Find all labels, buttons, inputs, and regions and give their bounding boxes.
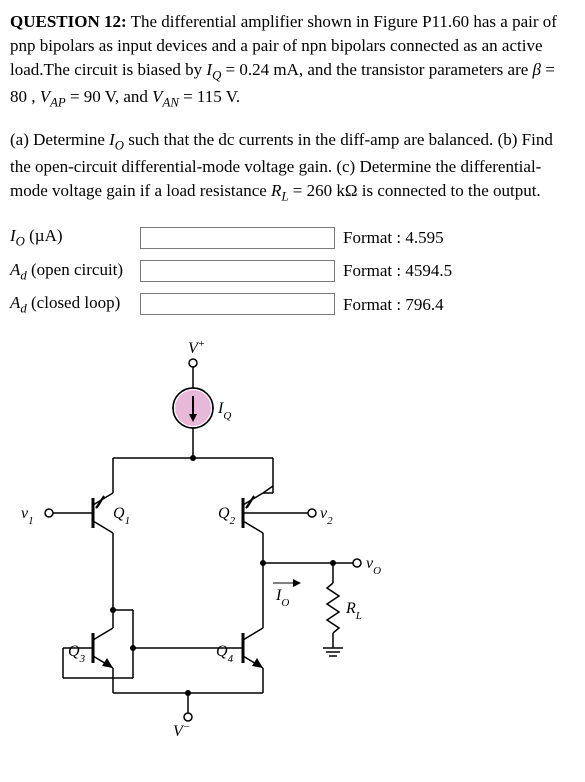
ad-closed-format: Format : 796.4 <box>343 293 444 317</box>
part-a-suffix: such that the dc currents in the diff-am… <box>128 130 497 149</box>
io-label: IO <box>275 587 289 609</box>
io-input[interactable] <box>140 227 335 249</box>
circuit-diagram: V+ IQ Q1 v1 <box>18 338 575 745</box>
v2-label: v2 <box>320 505 333 527</box>
v-plus-label: V+ <box>188 338 205 357</box>
vap-value: = 90 V, and <box>70 87 152 106</box>
question-parts: (a) Determine IO such that the dc curren… <box>10 128 575 206</box>
problem-statement: QUESTION 12: The differential amplifier … <box>10 10 575 112</box>
question-number: QUESTION 12: <box>10 12 127 31</box>
van-symbol: V <box>152 87 162 106</box>
vap-sub: AP <box>50 95 66 109</box>
ad-closed-note: (closed loop) <box>27 293 120 312</box>
beta-symbol: β <box>533 60 541 79</box>
rl-symbol: R <box>271 181 281 200</box>
io-arrow-head <box>293 579 301 587</box>
q3-collector-line <box>93 628 113 640</box>
q2-label: Q2 <box>218 505 236 527</box>
vo-terminal <box>353 559 361 567</box>
q2-collector-line <box>243 521 263 533</box>
ad-open-format: Format : 4594.5 <box>343 259 452 283</box>
answer-label-ad-closed: Ad (closed loop) <box>10 291 140 318</box>
q4-collector-line <box>243 628 263 640</box>
q1-collector-line <box>93 521 113 533</box>
answer-row-ad-open: Ad (open circuit) Format : 4594.5 <box>10 258 575 285</box>
io-format: Format : 4.595 <box>343 226 444 250</box>
ad-open-symbol: A <box>10 260 20 279</box>
v2-terminal <box>308 509 316 517</box>
ad-open-input[interactable] <box>140 260 335 282</box>
rl-sub: L <box>281 189 288 203</box>
v1-terminal <box>45 509 53 517</box>
rl-resistor <box>327 583 339 633</box>
node <box>130 645 136 651</box>
rl-label: RL <box>345 600 362 622</box>
q4-label: Q4 <box>216 643 234 665</box>
vo-label: vO <box>366 555 381 577</box>
ad-open-note: (open circuit) <box>27 260 123 279</box>
part-a-prefix: (a) Determine <box>10 130 109 149</box>
v-plus-terminal <box>189 359 197 367</box>
io-sub: O <box>16 235 25 249</box>
v1-label: v1 <box>21 505 34 527</box>
wire <box>263 486 273 493</box>
answer-label-io: IO (µA) <box>10 224 140 251</box>
ad-closed-symbol: A <box>10 293 20 312</box>
v-minus-terminal <box>184 713 192 721</box>
vap-symbol: V <box>40 87 50 106</box>
q3-label: Q3 <box>68 643 86 665</box>
ad-closed-input[interactable] <box>140 293 335 315</box>
v-minus-label: V− <box>173 721 190 738</box>
part-a-io-sub: O <box>115 138 124 152</box>
q1-label: Q1 <box>113 505 130 527</box>
iq-sub: Q <box>212 68 221 82</box>
io-unit: (µA) <box>25 226 63 245</box>
van-value: = 115 V. <box>183 87 240 106</box>
answer-row-ad-closed: Ad (closed loop) Format : 796.4 <box>10 291 575 318</box>
iq-label: IQ <box>217 400 231 422</box>
answer-label-ad-open: Ad (open circuit) <box>10 258 140 285</box>
rl-value: = 260 kΩ is connected to the output. <box>293 181 541 200</box>
answer-section: IO (µA) Format : 4.595 Ad (open circuit)… <box>10 224 575 318</box>
van-sub: AN <box>163 95 179 109</box>
circuit-svg: V+ IQ Q1 v1 <box>18 338 388 738</box>
iq-value: = 0.24 mA, and the transistor parameters… <box>226 60 533 79</box>
answer-row-io: IO (µA) Format : 4.595 <box>10 224 575 251</box>
